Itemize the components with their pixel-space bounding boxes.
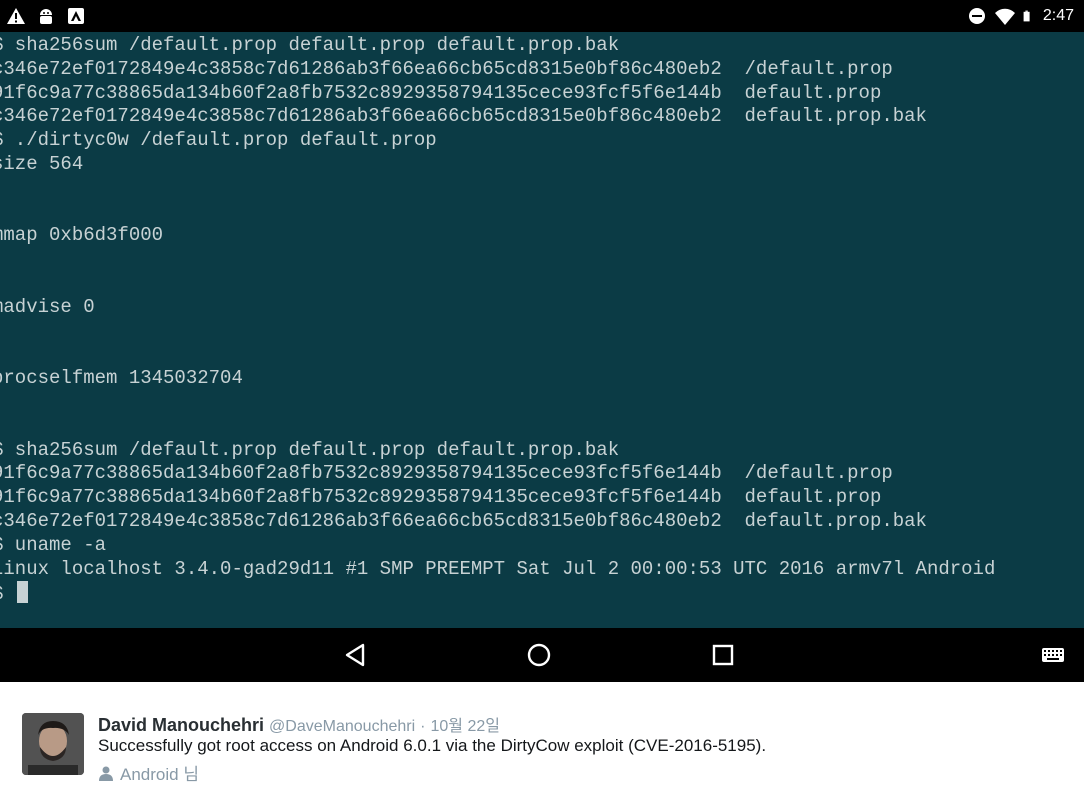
terminal-line: size 564 [0,152,84,175]
tweet-header: David Manouchehri @DaveManouchehri · 10월… [98,712,500,736]
recents-icon[interactable] [710,642,736,668]
terminal-line: procselfmem 1345032704 [0,367,243,390]
terminal-line: $ sha256sum /default.prop default.prop d… [0,438,620,461]
person-icon [99,766,113,781]
home-icon[interactable] [526,642,552,668]
terminal-line: Linux localhost 3.4.0-gad29d11 #1 SMP PR… [0,557,996,580]
terminal-line: c346e72ef0172849e4c3858c7d61286ab3f66ea6… [0,57,893,80]
terminal-lines: $ sha256sum /default.prop default.prop d… [0,34,995,605]
avatar[interactable] [22,713,84,775]
navigation-bar [0,628,1084,682]
terminal-line: madvise 0 [0,295,95,318]
terminal-line: 91f6c9a77c38865da134b60f2a8fb7532c892935… [0,486,882,509]
tweet-card: David Manouchehri @DaveManouchehri · 10월… [0,682,1084,787]
status-bar-system: 2:47 [967,6,1074,26]
do-not-disturb-icon [968,8,985,24]
tweet-footer: Android 님 [98,760,199,785]
keyboard-icon[interactable] [1040,642,1066,668]
footer-text[interactable]: Android 님 [120,760,199,785]
terminal-line: $ uname -a [0,533,107,556]
terminal-line: 91f6c9a77c38865da134b60f2a8fb7532c892935… [0,462,893,485]
profile-photo [22,713,84,775]
tweet-text: Successfully got root access on Android … [98,736,767,755]
author-name[interactable]: David Manouchehri [98,715,264,735]
status-bar-notifications [6,6,86,26]
status-bar: 2:47 [0,0,1084,32]
terminal-line: c346e72ef0172849e4c3858c7d61286ab3f66ea6… [0,509,927,532]
terminal-line: $ sha256sum /default.prop default.prop d… [0,34,620,56]
terminal-prompt-line[interactable]: $ [0,581,995,605]
tweet-date[interactable]: 10월 22일 [431,718,500,735]
text-cursor [16,581,28,604]
terminal-line: 91f6c9a77c38865da134b60f2a8fb7532c892935… [0,81,882,104]
warning-icon [7,8,25,24]
clock: 2:47 [1042,7,1074,24]
prompt-symbol: $ [0,583,15,605]
wifi-icon [994,8,1015,26]
terminal-line: mmap 0xb6d3f000 [0,224,164,247]
terminal-line: c346e72ef0172849e4c3858c7d61286ab3f66ea6… [0,105,927,128]
battery-icon [1023,10,1030,22]
app-notification-icon [68,8,84,24]
terminal-output[interactable]: $ sha256sum /default.prop default.prop d… [0,32,1084,628]
separator: · [420,718,426,735]
back-icon[interactable] [343,642,369,668]
android-debug-icon [40,9,52,24]
terminal-line: $ ./dirtyc0w /default.prop default.prop [0,129,437,152]
author-handle[interactable]: @DaveManouchehri [269,718,415,735]
